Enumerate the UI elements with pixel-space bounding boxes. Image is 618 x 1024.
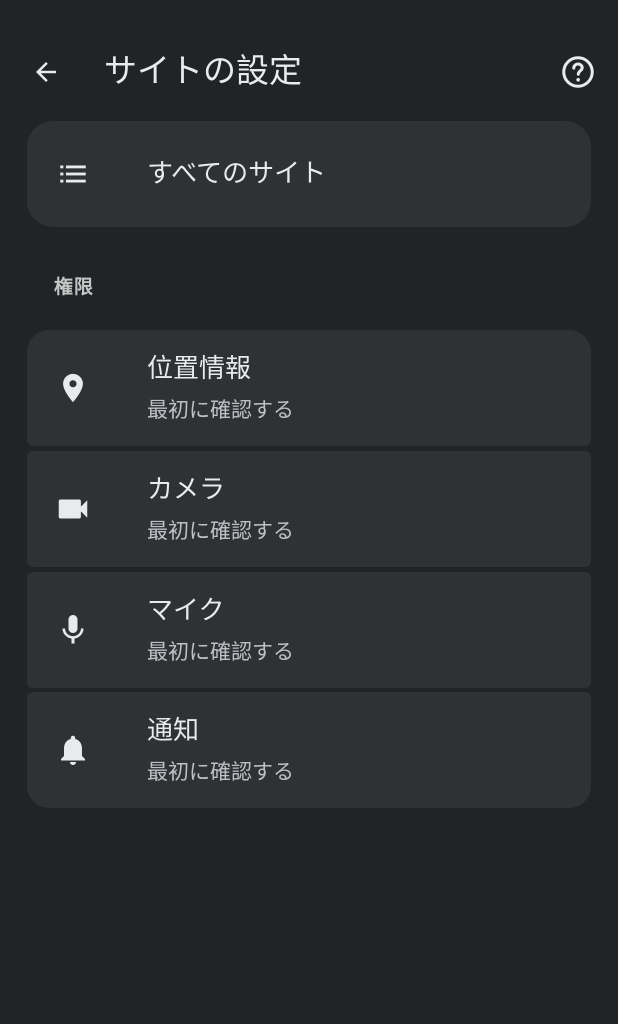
permission-status: 最初に確認する xyxy=(147,760,294,784)
bell-icon xyxy=(53,730,93,770)
permissions-section-title: 権限 xyxy=(54,276,95,298)
help-button[interactable] xyxy=(554,48,602,96)
permission-label: 位置情報 xyxy=(147,354,252,384)
back-button[interactable] xyxy=(22,50,70,94)
video-camera-icon xyxy=(53,489,93,529)
location-pin-icon xyxy=(53,368,93,408)
top-app-bar: サイトの設定 xyxy=(0,0,618,140)
permission-item-notifications[interactable]: 通知 最初に確認する xyxy=(27,692,591,808)
permission-status: 最初に確認する xyxy=(147,519,294,543)
permission-status: 最初に確認する xyxy=(147,398,294,422)
permission-label: マイク xyxy=(147,596,225,626)
permission-item-camera[interactable]: カメラ 最初に確認する xyxy=(27,451,591,567)
all-sites-item[interactable]: すべてのサイト xyxy=(27,121,591,227)
list-icon xyxy=(53,154,93,194)
site-settings-screen: サイトの設定 すべてのサイト 権限 位置情報 最初に確認する カメラ 最初に確認… xyxy=(0,0,618,1024)
help-circle-icon xyxy=(560,54,596,90)
permission-status: 最初に確認する xyxy=(147,640,294,664)
permission-item-microphone[interactable]: マイク 最初に確認する xyxy=(27,572,591,688)
page-title: サイトの設定 xyxy=(104,51,302,90)
permission-label: カメラ xyxy=(147,475,226,505)
permission-item-location[interactable]: 位置情報 最初に確認する xyxy=(27,330,591,446)
arrow-back-icon xyxy=(31,57,61,87)
permission-label: 通知 xyxy=(147,716,200,746)
microphone-icon xyxy=(53,610,93,650)
all-sites-label: すべてのサイト xyxy=(147,159,327,189)
